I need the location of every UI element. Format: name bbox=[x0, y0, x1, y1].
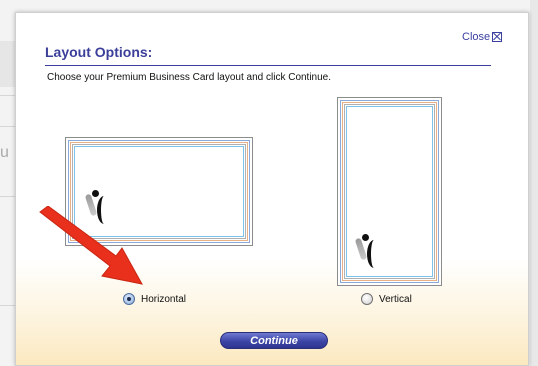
continue-button[interactable]: Continue bbox=[220, 332, 328, 349]
close-label: Close bbox=[462, 31, 491, 43]
vertical-option[interactable]: Vertical bbox=[361, 293, 412, 305]
close-button[interactable]: Close bbox=[462, 31, 503, 43]
horizontal-label: Horizontal bbox=[141, 293, 187, 305]
vertical-card-preview[interactable] bbox=[337, 97, 442, 286]
title-divider bbox=[45, 65, 491, 66]
background-divider bbox=[0, 305, 16, 306]
vertical-label: Vertical bbox=[379, 293, 412, 305]
background-text-fragment: u bbox=[0, 144, 9, 161]
red-arrow-icon bbox=[39, 206, 143, 285]
close-box-icon bbox=[492, 32, 503, 42]
layout-options-dialog: Close Layout Options: Choose your Premiu… bbox=[15, 12, 529, 366]
horizontal-option[interactable]: Horizontal bbox=[123, 293, 186, 305]
dialog-title: Layout Options: bbox=[45, 44, 153, 60]
background-divider bbox=[0, 95, 16, 96]
horizontal-radio[interactable] bbox=[123, 293, 135, 305]
background-scroll-edge bbox=[530, 0, 538, 366]
background-divider bbox=[0, 126, 16, 127]
background-panel bbox=[0, 41, 16, 87]
background-divider bbox=[0, 196, 16, 197]
vertical-radio[interactable] bbox=[361, 293, 373, 305]
instructions-text: Choose your Premium Business Card layout… bbox=[47, 72, 332, 83]
